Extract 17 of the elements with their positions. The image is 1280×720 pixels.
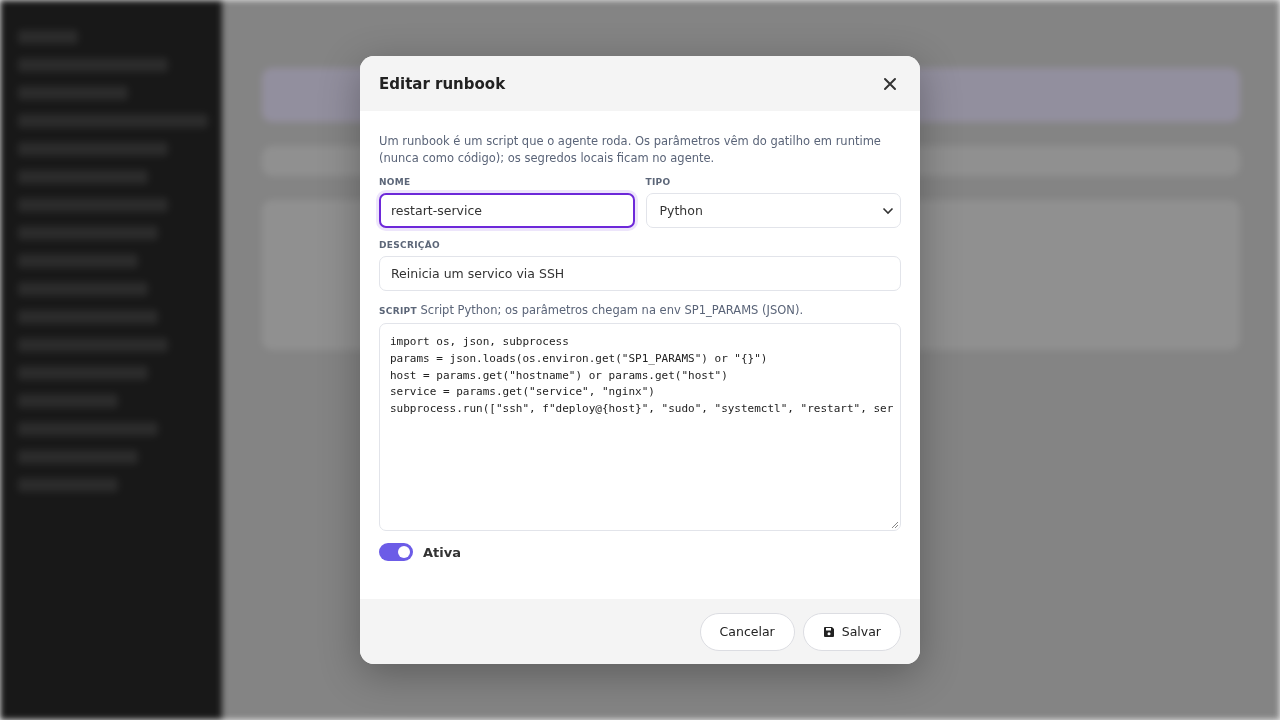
field-label: NOME bbox=[379, 177, 412, 187]
cancel-button[interactable]: Cancelar bbox=[699, 612, 795, 651]
active-toggle[interactable] bbox=[379, 543, 413, 561]
dialog-title: Editar runbook bbox=[379, 74, 506, 93]
intro-text: Um runbook é um script que o agente roda. Os parâmetros vêm do gatilho em runtime (nunca como código); os segredos locais ficam no agente. bbox=[379, 133, 882, 167]
type-select[interactable]: Python bbox=[645, 193, 901, 228]
field-label: DESCRIÇÃO bbox=[379, 240, 441, 250]
field-label: TIPO bbox=[645, 177, 672, 187]
save-button[interactable]: Salvar bbox=[802, 612, 901, 651]
name-input[interactable]: restart-service bbox=[379, 193, 635, 228]
description-input[interactable]: Reinicia um servico via SSH bbox=[379, 256, 901, 291]
script-label: SCRIPT Script Python; os parâmetros chegam na env SP1_PARAMS (JSON). bbox=[379, 303, 805, 317]
script-editor[interactable]: import os, json, subprocess params = json.loads(os.environ.get("SP1_PARAMS") or "{}") host = params.get("hostname") or params.get("host") service = params.get("service", "nginx") subprocess.run(["ssh", f"deploy@{host}", "sudo", "systemctl", "restart", ser bbox=[379, 323, 901, 531]
save-icon bbox=[822, 625, 835, 638]
toggle-label: Ativa bbox=[423, 544, 461, 560]
resize-grip-icon[interactable] bbox=[891, 521, 899, 529]
chevron-icon bbox=[882, 206, 894, 215]
